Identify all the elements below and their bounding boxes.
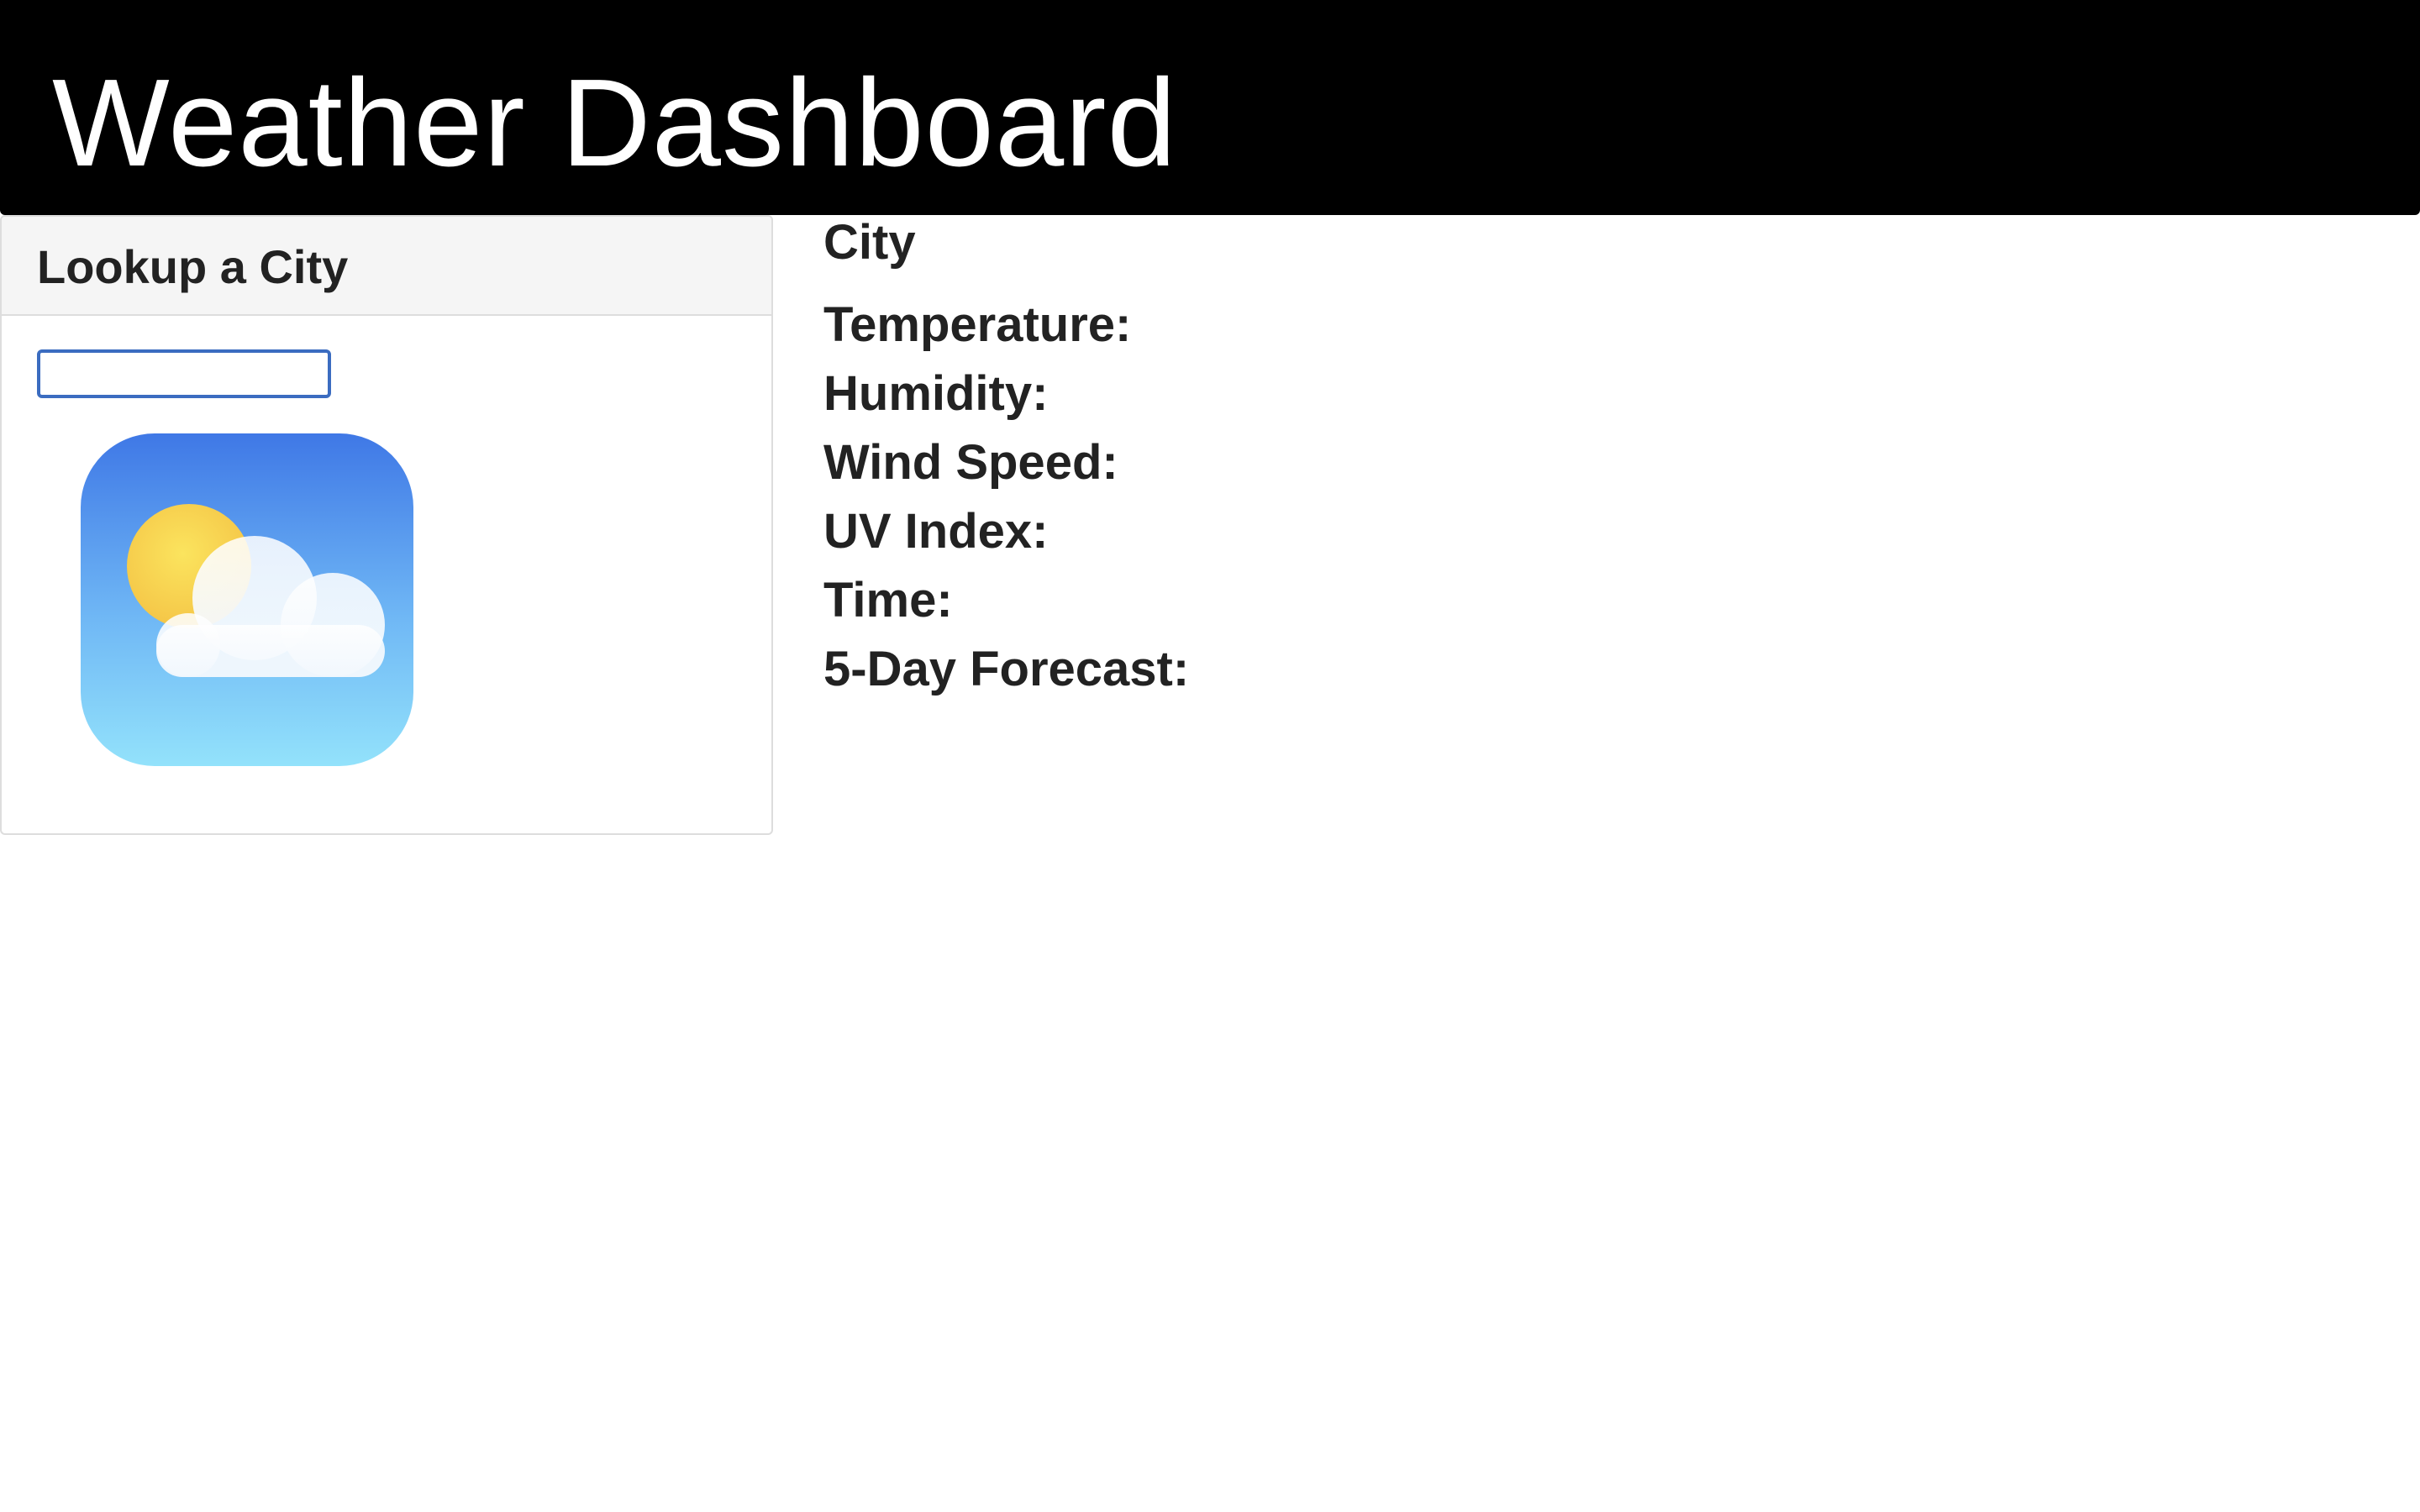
temperature-label: Temperature:	[823, 297, 1132, 352]
app-header: Weather Dashboard	[0, 0, 2420, 215]
lookup-heading: Lookup a City	[37, 240, 349, 293]
wind-speed-label: Wind Speed:	[823, 435, 1118, 490]
humidity-label: Humidity:	[823, 366, 1049, 421]
sun-cloud-weather-icon	[81, 433, 413, 766]
page-title: Weather Dashboard	[52, 54, 1177, 192]
lookup-panel: Lookup a City	[0, 215, 773, 835]
city-search-input[interactable]	[37, 349, 331, 398]
uv-index-label: UV Index:	[823, 504, 1049, 559]
lookup-panel-header: Lookup a City	[2, 217, 771, 316]
time-label: Time:	[823, 573, 953, 627]
forecast-label: 5-Day Forecast:	[823, 642, 1190, 696]
city-name: City	[823, 215, 916, 270]
